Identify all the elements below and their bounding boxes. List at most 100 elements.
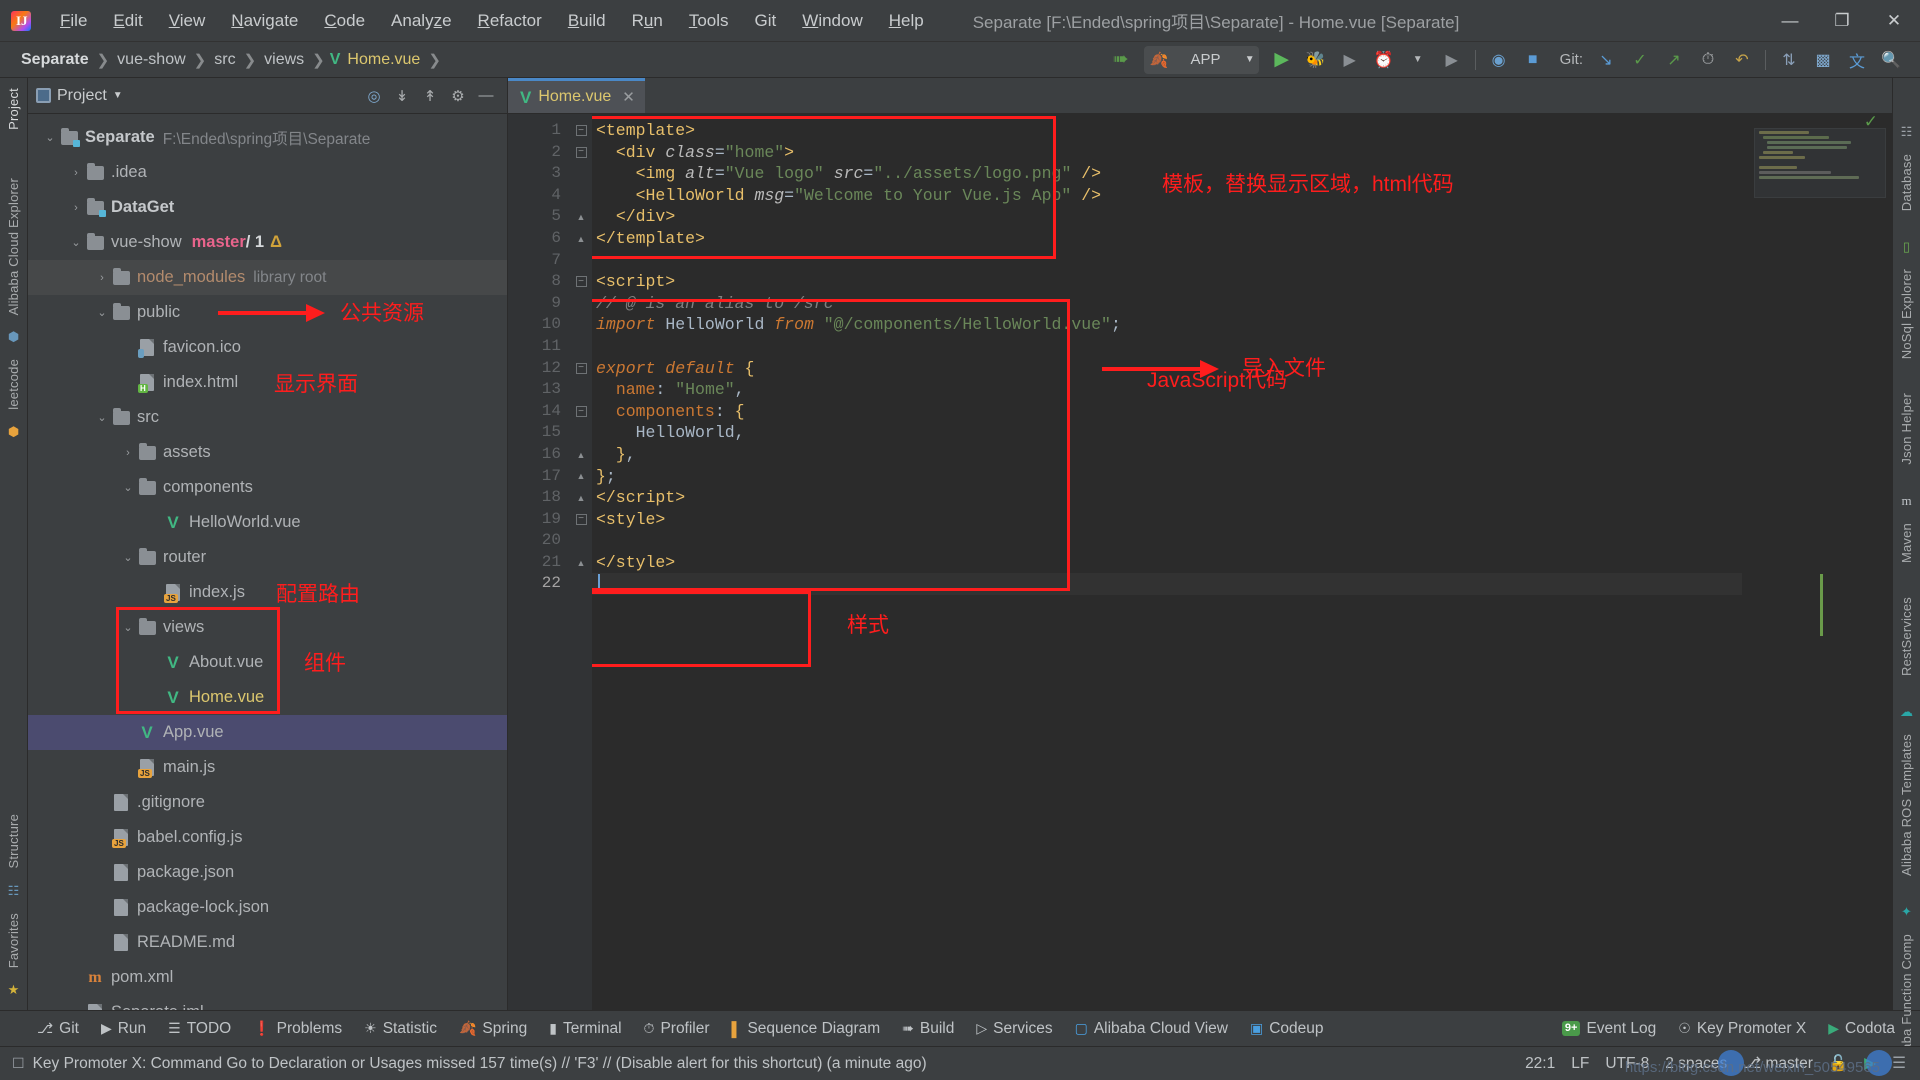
code-line[interactable]: // @ is an alias to /src (592, 293, 1742, 315)
fold-marker[interactable]: − (570, 358, 592, 380)
search-icon[interactable]: 🔍 (1874, 45, 1908, 75)
menu-window[interactable]: Window (789, 6, 875, 36)
expand-all-icon[interactable]: ↡ (389, 84, 415, 108)
editor-tab-home-vue[interactable]: V Home.vue ✕ (508, 78, 645, 113)
toolwindow-run[interactable]: ▶ Run (90, 1016, 157, 1042)
tree-item-index-html[interactable]: Hindex.html (28, 365, 507, 400)
gear-icon[interactable]: ⚙ (445, 84, 471, 108)
maximize-button[interactable]: ❐ (1816, 0, 1868, 42)
profiler-icon[interactable]: ⏰ (1367, 45, 1401, 75)
menu-code[interactable]: Code (311, 6, 378, 36)
project-file-tree[interactable]: ⌄ Separate F:\Ended\spring项目\Separate › .ide… (28, 114, 507, 1010)
code-line[interactable] (592, 573, 1742, 596)
collapse-all-icon[interactable]: ↟ (417, 84, 443, 108)
bookmark-icon[interactable]: ▩ (1806, 45, 1840, 75)
breadcrumb-item-module[interactable]: vue-show (114, 51, 188, 69)
code-line[interactable] (592, 530, 1742, 552)
menu-navigate[interactable]: Navigate (218, 6, 311, 36)
menu-help[interactable]: Help (876, 6, 937, 36)
rail-item-alibaba-ros-templates[interactable]: Alibaba ROS Templates (1899, 724, 1914, 886)
caret-position[interactable]: 22:1 (1525, 1055, 1555, 1073)
tree-item-vue-show[interactable]: ⌄ vue-show master/ 1 Δ (28, 225, 507, 260)
code-folding-gutter[interactable]: − − ▲ ▲ − − − ▲ ▲ ▲ − ▲ (570, 114, 592, 1010)
tree-item-favicon-ico[interactable]: favicon.ico (28, 330, 507, 365)
code-line[interactable]: import HelloWorld from "@/components/Hel… (592, 314, 1742, 336)
tree-item-dataget[interactable]: › DataGet (28, 190, 507, 225)
rail-item-structure[interactable]: Structure (6, 804, 21, 879)
code-line[interactable]: components: { (592, 401, 1742, 423)
fold-marker[interactable] (570, 336, 592, 358)
tree-item-separate[interactable]: ⌄ Separate F:\Ended\spring项目\Separate (28, 120, 507, 155)
fold-marker[interactable] (570, 185, 592, 207)
code-line[interactable]: <template> (592, 120, 1742, 142)
tree-item-index-js[interactable]: JS index.js (28, 575, 507, 610)
fold-marker[interactable] (570, 530, 592, 552)
status-message[interactable]: Key Promoter X: Command Go to Declaratio… (33, 1055, 927, 1073)
close-icon[interactable]: ✕ (618, 88, 635, 106)
tree-item-node-modules[interactable]: › node_modules library root (28, 260, 507, 295)
debug-icon[interactable]: 🐝 (1299, 45, 1333, 75)
code-line[interactable]: </div> (592, 206, 1742, 228)
tree-expand-arrow[interactable]: › (68, 202, 84, 214)
rail-item-favorites[interactable]: Favorites (6, 903, 21, 978)
tree-item-readme-md[interactable]: README.md (28, 925, 507, 960)
tree-item-about-vue[interactable]: V About.vue (28, 645, 507, 680)
toolwindow-build[interactable]: ➠ Build (891, 1016, 965, 1042)
toolwindow-codota[interactable]: ▶ Codota (1817, 1016, 1906, 1042)
breadcrumb-item-file[interactable]: Home.vue (344, 51, 423, 69)
fold-marker[interactable]: − (570, 120, 592, 142)
toolwindow-alibaba-cloud-view[interactable]: ▢ Alibaba Cloud View (1064, 1016, 1239, 1042)
tree-expand-arrow[interactable]: ⌄ (120, 621, 136, 634)
toolwindow-profiler[interactable]: ⏱ Profiler (633, 1016, 721, 1042)
toolwindow-event-log[interactable]: 9+ Event Log (1551, 1016, 1667, 1042)
menu-refactor[interactable]: Refactor (465, 6, 555, 36)
tree-expand-arrow[interactable]: ⌄ (120, 551, 136, 564)
tree-expand-arrow[interactable]: ⌄ (68, 236, 84, 249)
tree-expand-arrow[interactable]: › (94, 272, 110, 284)
line-separator[interactable]: LF (1571, 1055, 1589, 1073)
tree-item-home-vue[interactable]: V Home.vue (28, 680, 507, 715)
tree-item-babel-config-js[interactable]: JS babel.config.js (28, 820, 507, 855)
fold-marker[interactable]: ▲ (570, 228, 592, 250)
menu-run[interactable]: Run (619, 6, 676, 36)
menu-bar[interactable]: FFileile Edit View Navigate Code Analyze… (47, 6, 937, 36)
tree-item-helloworld-vue[interactable]: V HelloWorld.vue (28, 505, 507, 540)
rail-item-project[interactable]: Project (6, 78, 21, 140)
git-update-icon[interactable]: ↘ (1589, 45, 1623, 75)
fold-marker[interactable] (570, 293, 592, 315)
memory-indicator[interactable]: ☰ (1892, 1054, 1906, 1073)
tree-item-main-js[interactable]: JS main.js (28, 750, 507, 785)
tree-expand-arrow[interactable]: › (120, 447, 136, 459)
toolwindow-spring[interactable]: 🍂 Spring (448, 1016, 538, 1042)
undo-icon[interactable]: ↶ (1725, 45, 1759, 75)
run-configuration-selector[interactable]: 🍂 APP ▼ (1143, 45, 1259, 74)
minimize-button[interactable]: — (1764, 0, 1816, 42)
chevron-down-icon[interactable]: ▼ (113, 90, 123, 101)
fold-marker[interactable] (570, 163, 592, 185)
run-anything-icon[interactable]: ▶ (1435, 45, 1469, 75)
menu-analyze[interactable]: Analyze (378, 6, 465, 36)
fold-marker[interactable] (570, 379, 592, 401)
tree-expand-arrow[interactable]: ⌄ (42, 131, 58, 144)
git-push-icon[interactable]: ↗ (1657, 45, 1691, 75)
menu-view[interactable]: View (156, 6, 219, 36)
code-line[interactable]: <style> (592, 509, 1742, 531)
rail-item-nosql-explorer[interactable]: NoSql Explorer (1899, 259, 1914, 369)
fold-marker[interactable] (570, 250, 592, 272)
code-line[interactable] (592, 336, 1742, 358)
menu-file[interactable]: FFileile (47, 6, 100, 36)
menu-git[interactable]: Git (742, 6, 790, 36)
breadcrumb-item-views[interactable]: views (261, 51, 307, 69)
toolwindow-terminal[interactable]: ▮ Terminal (538, 1016, 632, 1042)
rail-item-alibaba-cloud-explorer[interactable]: Alibaba Cloud Explorer (6, 168, 21, 325)
rail-item-leetcode[interactable]: leetcode (6, 349, 21, 420)
hide-panel-icon[interactable]: — (473, 84, 499, 108)
toolwindow-services[interactable]: ▷ Services (965, 1016, 1063, 1042)
search-everywhere-icon[interactable]: ◉ (1482, 45, 1516, 75)
code-minimap[interactable] (1754, 128, 1886, 198)
tree-item-separate-iml[interactable]: Separate.iml (28, 995, 507, 1010)
tree-item-package-json[interactable]: package.json (28, 855, 507, 890)
tree-item-views[interactable]: ⌄ views (28, 610, 507, 645)
tree-item-components[interactable]: ⌄ components (28, 470, 507, 505)
rail-item-json-helper[interactable]: Json Helper (1899, 383, 1914, 475)
